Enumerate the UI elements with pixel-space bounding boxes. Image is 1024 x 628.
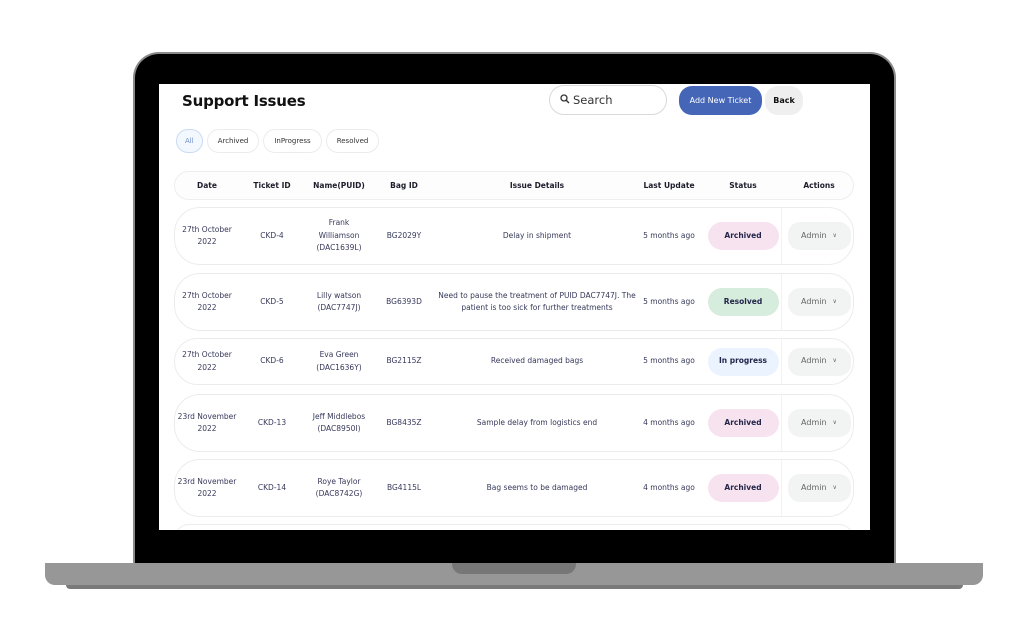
header-issue-details[interactable]: Issue Details xyxy=(437,172,637,199)
admin-action-dropdown[interactable]: Admin ∨ xyxy=(787,347,851,376)
admin-action-dropdown[interactable]: Admin ∨ xyxy=(787,288,851,316)
app-screen: Support Issues Search Add New Ticket Bac… xyxy=(159,84,870,530)
cell-actions: Admin ∨ xyxy=(783,208,855,264)
cell-issue-details: Received damaged bags xyxy=(490,356,584,366)
cell-status: Resolved xyxy=(703,274,783,330)
cell-actions: Admin ∨ xyxy=(783,339,855,384)
cell-status: In progress xyxy=(703,339,783,384)
cell-issue-details: Bag seems to be damaged xyxy=(486,482,588,492)
admin-action-dropdown[interactable]: Admin ∨ xyxy=(787,474,851,502)
cell-actions: Admin ∨ xyxy=(783,274,855,330)
table-row[interactable]: 23rd November 2022 CKD-13 Jeff Middlebos (… xyxy=(174,394,854,452)
actions-divider xyxy=(781,274,782,330)
laptop-base-shadow xyxy=(66,585,963,589)
actions-divider xyxy=(781,460,782,516)
cell-issue-details: Delay in shipment xyxy=(502,230,572,240)
chevron-down-icon: ∨ xyxy=(832,483,837,491)
cell-status: Archived xyxy=(703,460,783,516)
actions-divider xyxy=(781,208,782,264)
cell-status: Archived xyxy=(703,395,783,451)
cell-bag-id: BG2029Y xyxy=(386,230,422,240)
cell-actions: Admin ∨ xyxy=(783,395,855,451)
back-button[interactable]: Back xyxy=(765,86,803,115)
add-new-ticket-button[interactable]: Add New Ticket xyxy=(679,86,762,115)
header-date[interactable]: Date xyxy=(175,172,239,199)
filter-tab-inprogress[interactable]: InProgress xyxy=(263,129,322,153)
header-name[interactable]: Name(PUID) xyxy=(305,172,373,199)
table-row[interactable]: 27th October 2022 CKD-6 Eva Green (DAC1636… xyxy=(174,338,854,385)
status-badge: Archived xyxy=(707,222,779,250)
chevron-down-icon: ∨ xyxy=(832,297,837,305)
cell-bag-id: BG6393D xyxy=(386,296,422,306)
admin-label: Admin xyxy=(801,230,827,240)
cell-last-update: 5 months ago xyxy=(643,296,695,306)
laptop-notch xyxy=(452,563,576,574)
cell-ticket-id: CKD-4 xyxy=(260,230,284,240)
cell-last-update: 5 months ago xyxy=(643,230,695,240)
admin-label: Admin xyxy=(801,296,827,306)
cell-name: Roye Taylor (DAC8742G) xyxy=(315,476,363,499)
cell-ticket-id: CKD-6 xyxy=(260,356,284,366)
chevron-down-icon: ∨ xyxy=(832,418,837,426)
search-input[interactable]: Search xyxy=(549,85,667,115)
cell-last-update: 4 months ago xyxy=(643,482,695,492)
cell-name: Eva Green (DAC1636Y) xyxy=(316,350,362,372)
status-badge: Archived xyxy=(707,409,779,437)
actions-divider xyxy=(781,395,782,451)
cell-bag-id: BG2115Z xyxy=(386,356,422,366)
admin-label: Admin xyxy=(801,356,827,366)
cell-last-update: 4 months ago xyxy=(643,417,695,427)
cell-status: Archived xyxy=(703,208,783,264)
cell-name: Lilly watson (DAC7747J) xyxy=(316,290,362,313)
admin-action-dropdown[interactable]: Admin ∨ xyxy=(787,409,851,437)
status-badge: In progress xyxy=(707,347,779,376)
cell-name: Frank Williamson (DAC1639L) xyxy=(316,218,362,253)
cell-issue-details: Sample delay from logistics end xyxy=(476,417,598,427)
cell-date: 27th October 2022 xyxy=(182,290,232,313)
search-icon xyxy=(560,93,570,107)
chevron-down-icon: ∨ xyxy=(832,357,837,365)
header-actions: Actions xyxy=(803,181,835,190)
header-last-update[interactable]: Last Update xyxy=(635,172,703,199)
cell-date: 23rd November 2022 xyxy=(177,476,237,499)
cell-name: Jeff Middlebos (DAC8950I) xyxy=(312,411,366,434)
admin-label: Admin xyxy=(801,417,827,427)
header-status[interactable]: Status xyxy=(703,172,783,199)
cell-actions: Admin ∨ xyxy=(783,460,855,516)
cell-bag-id: BG8435Z xyxy=(386,417,422,427)
admin-action-dropdown[interactable]: Admin ∨ xyxy=(787,222,851,250)
table-row[interactable]: 27th October 2022 CKD-5 Lilly watson (DAC7… xyxy=(174,273,854,331)
cell-issue-details: Need to pause the treatment of PUID DAC7… xyxy=(438,290,636,313)
table-row[interactable]: 23rd November 2022 CKD-14 Roye Taylor (DAC… xyxy=(174,459,854,517)
page-title: Support Issues xyxy=(182,92,306,110)
filter-tab-archived[interactable]: Archived xyxy=(206,129,260,153)
actions-divider xyxy=(781,339,782,384)
table-row[interactable]: 27th October 2022 CKD-4 Frank Williamson (… xyxy=(174,207,854,265)
search-placeholder: Search xyxy=(573,93,613,107)
filter-tab-resolved[interactable]: Resolved xyxy=(325,129,380,153)
status-badge: Resolved xyxy=(707,288,779,316)
cell-ticket-id: CKD-5 xyxy=(260,296,284,306)
chevron-down-icon: ∨ xyxy=(832,231,837,239)
cell-date: 23rd November 2022 xyxy=(177,411,237,434)
status-badge: Archived xyxy=(707,474,779,502)
filter-tab-all[interactable]: All xyxy=(176,129,203,153)
filter-tabs: All Archived InProgress Resolved xyxy=(176,129,380,153)
table-row-partial xyxy=(174,524,854,530)
table-header: Date Ticket ID Name(PUID) Bag ID Issue D… xyxy=(174,171,854,200)
cell-bag-id: BG4115L xyxy=(386,482,422,492)
cell-date: 27th October 2022 xyxy=(182,224,232,247)
cell-ticket-id: CKD-14 xyxy=(257,482,287,492)
header-ticket-id[interactable]: Ticket ID xyxy=(239,172,305,199)
header-bag-id[interactable]: Bag ID xyxy=(373,172,435,199)
cell-date: 27th October 2022 xyxy=(182,350,232,372)
cell-last-update: 5 months ago xyxy=(643,356,695,366)
cell-ticket-id: CKD-13 xyxy=(257,417,287,427)
admin-label: Admin xyxy=(801,482,827,492)
